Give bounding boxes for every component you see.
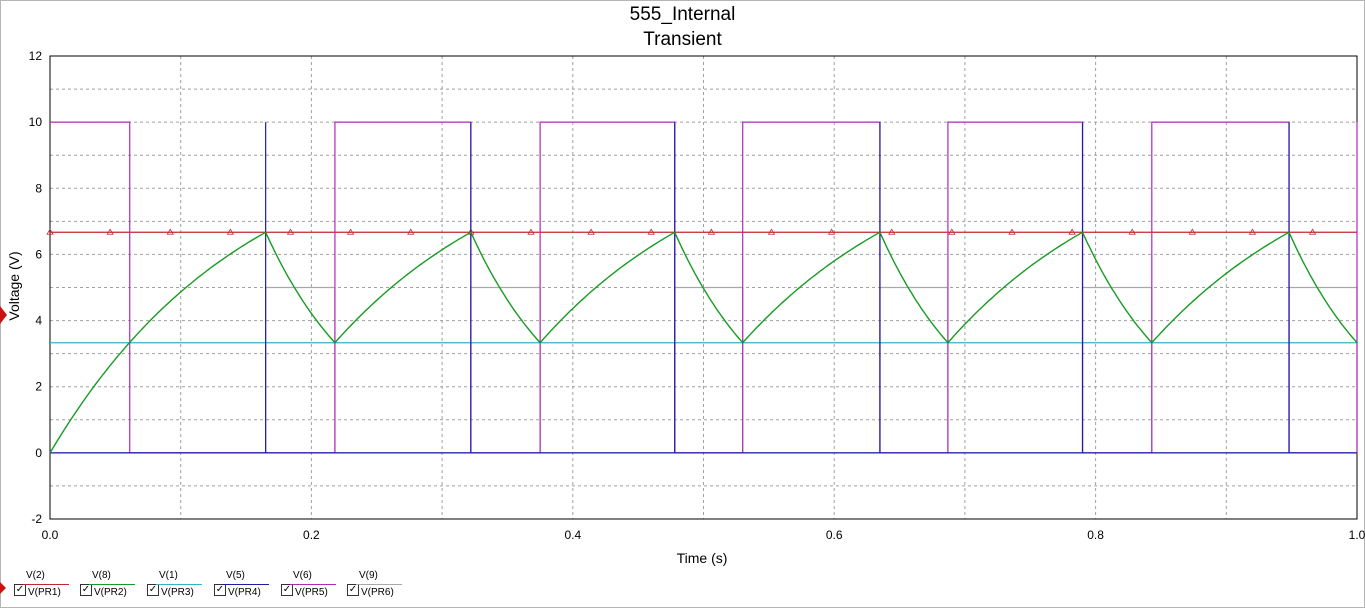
legend-probe-name: V(PR5) [295,587,328,598]
legend-item[interactable]: ✓ V(8) V(PR2) [80,570,142,606]
axis-cursor-icon[interactable] [0,306,7,324]
legend-series-name: V(1) [159,570,178,581]
y-tick-label: 6 [35,247,42,261]
legend-series-name: V(2) [26,570,45,581]
legend-series-name: V(9) [359,570,378,581]
x-axis-label: Time (s) [677,550,728,566]
y-tick-label: -2 [31,512,42,526]
x-tick-label: 0.6 [826,528,843,542]
legend-item[interactable]: ✓ V(6) V(PR5) [281,570,343,606]
legend-item[interactable]: ✓ V(1) V(PR3) [147,570,209,606]
y-tick-label: 4 [35,314,42,328]
legend-checkbox[interactable]: ✓ [14,584,26,596]
legend-checkbox[interactable]: ✓ [281,584,293,596]
legend-swatch [290,584,336,585]
legend-series-name: V(8) [92,570,111,581]
legend-series-name: V(6) [293,570,312,581]
plot-area: 0.0 0.2 0.4 0.6 0.8 1.0 -2 0 2 4 6 8 10 12 Time (s) V… [6,49,1365,566]
x-tick-label: 0.0 [42,528,59,542]
legend-probe-name: V(PR4) [228,587,261,598]
legend-swatch [356,584,402,585]
legend-item[interactable]: ✓ V(2) V(PR1) [14,570,76,606]
legend-swatch [156,584,202,585]
legend-swatch [223,584,269,585]
legend-probe-name: V(PR1) [28,587,61,598]
legend-swatch [23,584,69,585]
y-tick-label: 2 [35,380,42,394]
y-tick-label: 10 [29,115,43,129]
legend-item[interactable]: ✓ V(5) V(PR4) [214,570,276,606]
legend-checkbox[interactable]: ✓ [80,584,92,596]
y-tick-label: 8 [35,181,42,195]
x-tick-label: 0.8 [1087,528,1104,542]
legend-checkbox[interactable]: ✓ [147,584,159,596]
legend-probe-name: V(PR6) [361,587,394,598]
legend-cursor-icon[interactable] [0,582,6,594]
x-tick-label: 0.4 [564,528,581,542]
legend-swatch [89,584,135,585]
legend-probe-name: V(PR3) [161,587,194,598]
legend-series-name: V(5) [226,570,245,581]
legend-checkbox[interactable]: ✓ [214,584,226,596]
axis-ticks: 0.0 0.2 0.4 0.6 0.8 1.0 -2 0 2 4 6 8 10 12 [29,49,1365,542]
y-tick-label: 12 [29,49,43,63]
y-axis-label: Voltage (V) [6,251,22,320]
x-tick-label: 1.0 [1349,528,1365,542]
legend-item[interactable]: ✓ V(9) V(PR6) [347,570,409,606]
legend-probe-name: V(PR2) [94,587,127,598]
x-tick-label: 0.2 [303,528,320,542]
y-tick-label: 0 [35,446,42,460]
legend-checkbox[interactable]: ✓ [347,584,359,596]
